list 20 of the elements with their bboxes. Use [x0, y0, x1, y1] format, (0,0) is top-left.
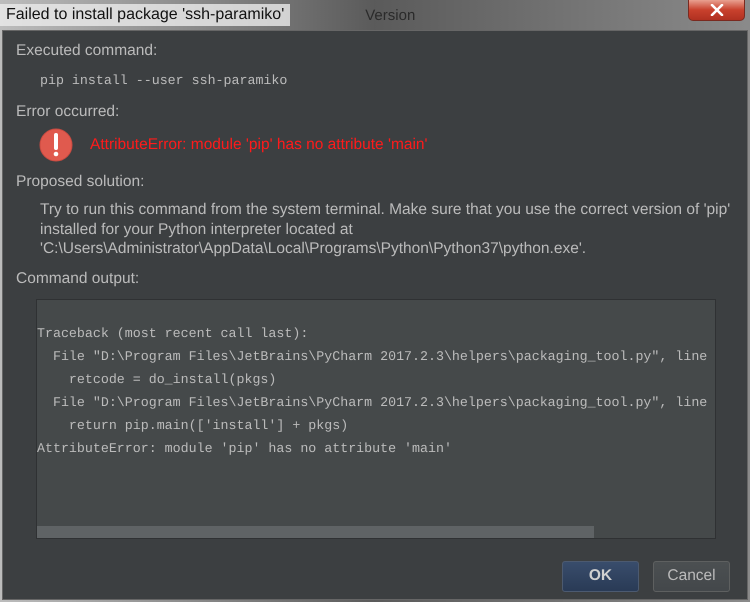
- ok-button[interactable]: OK: [562, 560, 639, 592]
- command-text: pip install --user ssh-paramiko: [39, 72, 288, 90]
- error-message: AttributeError: module 'pip' has no attribute 'main': [90, 136, 428, 154]
- output-line: Traceback (most recent call last):: [37, 324, 310, 342]
- cancel-button[interactable]: Cancel: [653, 560, 730, 592]
- output-line: AttributeError: module 'pip' has no attribute 'main': [37, 440, 453, 458]
- output-line: retcode = do_install(pkgs): [68, 370, 278, 388]
- section-label: Executed command:: [16, 41, 158, 61]
- output-line: File "D:\Program Files\JetBrains\PyCharm 2017.2.3\helpers\packaging_tool.py", line: [52, 348, 708, 366]
- section-label: Error occurred:: [16, 102, 120, 122]
- solution-text: Try to run this command from the system terminal. Make sure that you use the correct version of 'pip' installed for your Python interpreter located at 'C:\Users\Administrator\AppData\Local\Programs\Python\Python37\python.exe'.: [39, 200, 732, 259]
- section-label: Command output:: [16, 268, 140, 288]
- scrollbar-thumb[interactable]: [37, 526, 594, 538]
- close-button[interactable]: [688, 0, 745, 21]
- output-line: return pip.main(['install'] + pkgs): [68, 416, 350, 434]
- section-label: Proposed solution:: [16, 172, 146, 192]
- error-icon: [39, 128, 73, 162]
- window-title: Failed to install package 'ssh-paramiko': [0, 4, 290, 26]
- close-icon: [710, 4, 724, 16]
- output-line: File "D:\Program Files\JetBrains\PyCharm 2017.2.3\helpers\packaging_tool.py", line: [52, 394, 708, 412]
